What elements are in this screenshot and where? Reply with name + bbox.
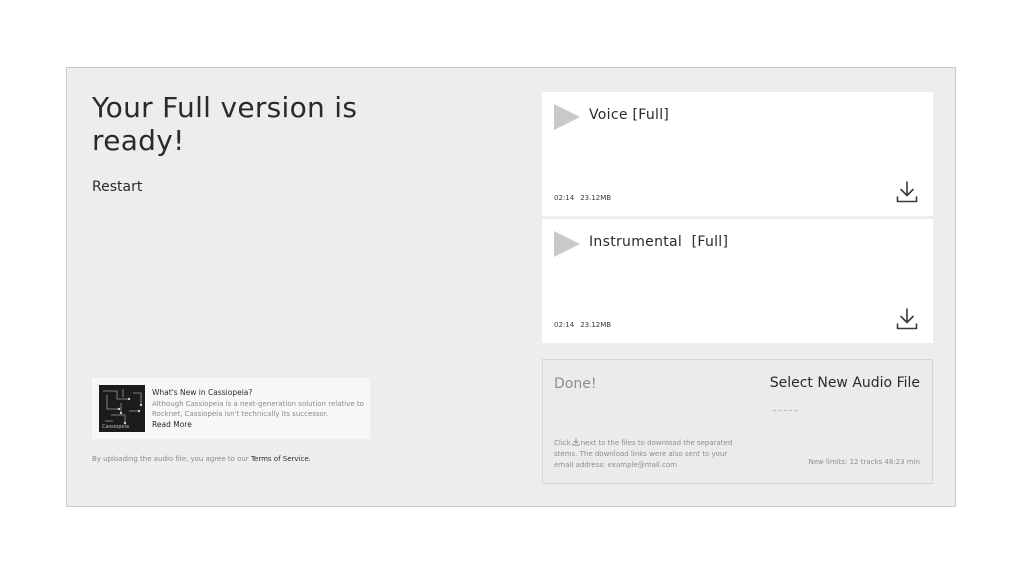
page-title: Your Full version is ready!: [92, 91, 358, 157]
news-thumbnail: Cassiopeia: [99, 385, 145, 432]
app-frame: Your Full version is ready! Restart Cass…: [66, 67, 956, 507]
restart-link[interactable]: Restart: [92, 179, 142, 195]
terms-notice: By uploading the audio file, you agree t…: [92, 455, 311, 463]
usage-limits: New limits: 12 tracks 48:23 min: [808, 458, 920, 466]
download-icon[interactable]: [896, 180, 918, 204]
track-size: 23.12MB: [580, 194, 612, 202]
track-size: 23.12MB: [580, 321, 612, 329]
play-icon[interactable]: [554, 231, 580, 257]
news-card[interactable]: Cassiopeia What's New in Cassiopeia? Alt…: [92, 378, 370, 439]
info-text-post: next to the files to download the separa…: [554, 439, 733, 469]
track-card-instrumental: Instrumental [Full] 02:14 23.12MB: [542, 219, 933, 343]
info-text: Click next to the files to download the s…: [554, 438, 744, 471]
track-card-voice: Voice [Full] 02:14 23.12MB: [542, 92, 933, 216]
info-text-pre: Click: [554, 439, 571, 447]
track-meta: 02:14 23.12MB: [554, 194, 611, 202]
track-duration: 02:14: [554, 194, 575, 202]
download-icon[interactable]: [896, 307, 918, 331]
news-thumb-label: Cassiopeia: [102, 424, 129, 430]
news-title: What's New in Cassiopeia?: [152, 388, 253, 397]
terms-prefix: By uploading the audio file, you agree t…: [92, 455, 251, 463]
news-body: Although Cassiopeia is a next-generation…: [152, 400, 364, 418]
track-duration: 02:14: [554, 321, 575, 329]
download-icon: [572, 438, 580, 446]
read-more-link[interactable]: Read More: [152, 420, 192, 429]
done-label: Done!: [554, 376, 597, 392]
divider: [773, 410, 797, 411]
status-panel: Done! Select New Audio File Click next to…: [542, 359, 933, 484]
track-name: Voice [Full]: [589, 107, 670, 123]
terms-of-service-link[interactable]: Terms of Service.: [251, 455, 311, 463]
select-new-audio-file-button[interactable]: Select New Audio File: [770, 375, 920, 391]
play-icon[interactable]: [554, 104, 580, 130]
track-meta: 02:14 23.12MB: [554, 321, 611, 329]
track-name: Instrumental [Full]: [589, 234, 729, 250]
